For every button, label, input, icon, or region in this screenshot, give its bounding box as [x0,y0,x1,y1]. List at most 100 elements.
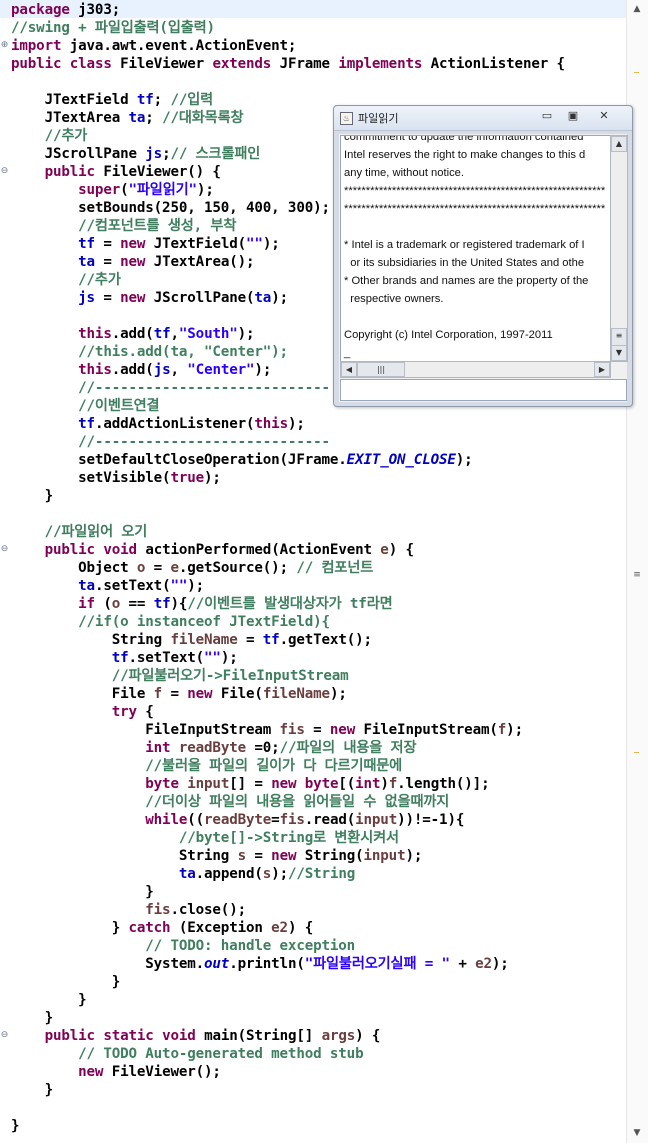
code-token: package [11,2,70,18]
code-line[interactable]: ta = new JTextArea(); [11,253,254,271]
code-token: .append( [195,866,263,882]
expand-fold-icon[interactable]: ⊕ [0,41,9,50]
collapse-fold-icon[interactable]: ⊖ [0,167,9,176]
collapse-fold-icon[interactable]: ⊖ [0,545,9,554]
code-line[interactable]: if (o == tf){//이벤트를 발생대상자가 tf라면 [11,595,393,613]
code-line[interactable]: } [11,1081,54,1099]
collapse-fold-icon[interactable]: ⊖ [0,1031,9,1040]
code-line[interactable]: super("파일읽기"); [11,181,214,199]
text-area-vertical-scrollbar[interactable]: ▲ ≡ ▼ [610,135,628,362]
code-line[interactable]: try { [11,703,154,721]
overview-marker[interactable] [634,72,639,73]
scroll-left-icon[interactable]: ◀ [341,362,357,377]
code-line[interactable]: byte input[] = new byte[(int)f.length()]… [11,775,489,793]
code-token: FileViewer() { [94,164,221,180]
maximize-icon[interactable]: ▣ [560,108,586,124]
code-line[interactable]: import java.awt.event.ActionEvent; [11,37,296,55]
code-line[interactable]: public void actionPerformed(ActionEvent … [11,541,414,559]
code-token: = [145,560,171,576]
scroll-down-icon[interactable]: ▼ [611,345,627,361]
code-line[interactable]: this.add(js, "Center"); [11,361,271,379]
code-line[interactable]: //파일불러오기->FileInputStream [11,667,349,685]
code-token: "" [170,578,188,594]
code-line[interactable]: //---------------------------- [11,379,330,397]
code-token: class [69,56,112,72]
code-line[interactable]: } catch (Exception e2) { [11,919,314,937]
code-line[interactable]: tf.addActionListener(this); [11,415,305,433]
code-line[interactable]: //더이상 파일의 내용을 읽어들일 수 없을때까지 [11,793,449,811]
code-line[interactable]: //---------------------------- [11,433,330,451]
code-line[interactable]: ta.append(s);//String [11,865,355,883]
code-line[interactable]: File f = new File(fileName); [11,685,347,703]
code-line[interactable]: String s = new String(input); [11,847,423,865]
code-line[interactable]: setBounds(250, 150, 400, 300); [11,199,330,217]
swing-window[interactable]: ♨ 파일읽기 ▭ ▣ ✕ commitment to update the in… [333,105,633,407]
code-line[interactable]: // TODO Auto-generated method stub [11,1045,363,1063]
code-line[interactable]: new FileViewer(); [11,1063,221,1081]
code-token: JScrollPane [11,146,146,162]
code-line[interactable]: public static void main(String[] args) { [11,1027,381,1045]
code-line[interactable]: while((readByte=fis.read(input))!=-1){ [11,811,464,829]
scroll-up-icon[interactable]: ▲ [611,136,627,152]
code-line[interactable]: // TODO: handle exception [11,937,355,955]
code-line[interactable]: js = new JScrollPane(ta); [11,289,288,307]
close-icon[interactable]: ✕ [588,108,620,124]
code-line[interactable]: //swing + 파일입출력(입출력) [11,19,215,37]
code-token: .addActionListener( [94,416,255,432]
text-area-horizontal-scrollbar[interactable]: ◀ ||| ▶ [340,361,611,378]
scroll-thumb-grip-icon[interactable]: ≡ [630,568,644,582]
code-line[interactable]: //추가 [11,127,88,145]
code-line[interactable]: JTextArea ta; //대화목록창 [11,109,244,127]
code-line[interactable]: } [11,883,154,901]
code-line[interactable]: public FileViewer() { [11,163,221,181]
code-line[interactable]: //불러올 파일의 길이가 다 다르기때문에 [11,757,402,775]
code-line[interactable]: setVisible(true); [11,469,221,487]
code-token: , [170,326,179,342]
code-line[interactable]: //컴포넌트를 생성, 부착 [11,217,236,235]
code-line[interactable]: public class FileViewer extends JFrame i… [11,55,565,73]
code-line[interactable]: System.out.println("파일불러오기실패 = " + e2); [11,955,509,973]
window-titlebar[interactable]: ♨ 파일읽기 ▭ ▣ ✕ [334,106,632,131]
code-line[interactable]: String fileName = tf.getText(); [11,631,372,649]
code-line[interactable]: tf = new JTextField(""); [11,235,280,253]
minimize-icon[interactable]: ▭ [534,108,560,124]
scroll-up-icon[interactable]: ▲ [630,2,644,16]
code-line[interactable]: //추가 [11,271,121,289]
scroll-down-icon[interactable]: ▼ [630,1126,644,1140]
code-token: input [187,776,230,792]
code-line[interactable]: } [11,991,87,1009]
code-line[interactable]: } [11,1117,20,1135]
code-token: ); [271,290,288,306]
code-line[interactable]: JScrollPane js;// 스크롤패인 [11,145,261,163]
hscroll-thumb-icon[interactable]: ||| [357,362,405,377]
code-line[interactable]: //이벤트연결 [11,397,159,415]
code-line[interactable]: FileInputStream fis = new FileInputStrea… [11,721,523,739]
text-input-field[interactable] [340,379,627,401]
code-line[interactable]: fis.close(); [11,901,246,919]
code-line[interactable]: this.add(tf,"South"); [11,325,254,343]
code-line[interactable]: } [11,1009,54,1027]
text-area[interactable]: commitment to update the information con… [340,135,611,362]
code-line[interactable]: //파일읽어 오기 [11,523,148,541]
code-line[interactable]: } [11,487,54,505]
code-line[interactable]: //byte[]->String로 변환시켜서 [11,829,399,847]
code-line[interactable]: setDefaultCloseOperation(JFrame.EXIT_ON_… [11,451,473,469]
code-line[interactable]: //this.add(ta, "Center"); [11,343,288,361]
code-token: tf [153,326,171,342]
scroll-thumb-icon[interactable]: ≡ [611,328,627,346]
code-line[interactable]: tf.setText(""); [11,649,238,667]
code-line[interactable]: package j303; [11,1,120,19]
code-line[interactable]: //if(o instanceof JTextField){ [11,613,330,631]
code-line[interactable]: } [11,973,121,991]
code-token: new [187,686,213,702]
overview-marker[interactable] [634,752,639,753]
scroll-right-icon[interactable]: ▶ [594,362,610,377]
code-line[interactable]: ta.setText(""); [11,577,204,595]
code-line[interactable]: int readByte =0;//파일의 내용을 저장 [11,739,416,757]
code-line[interactable]: Object o = e.getSource(); // 컴포넌트 [11,559,373,577]
code-token: tf [78,416,95,432]
code-token: js [78,290,95,306]
code-line[interactable]: JTextField tf; //입력 [11,91,214,109]
